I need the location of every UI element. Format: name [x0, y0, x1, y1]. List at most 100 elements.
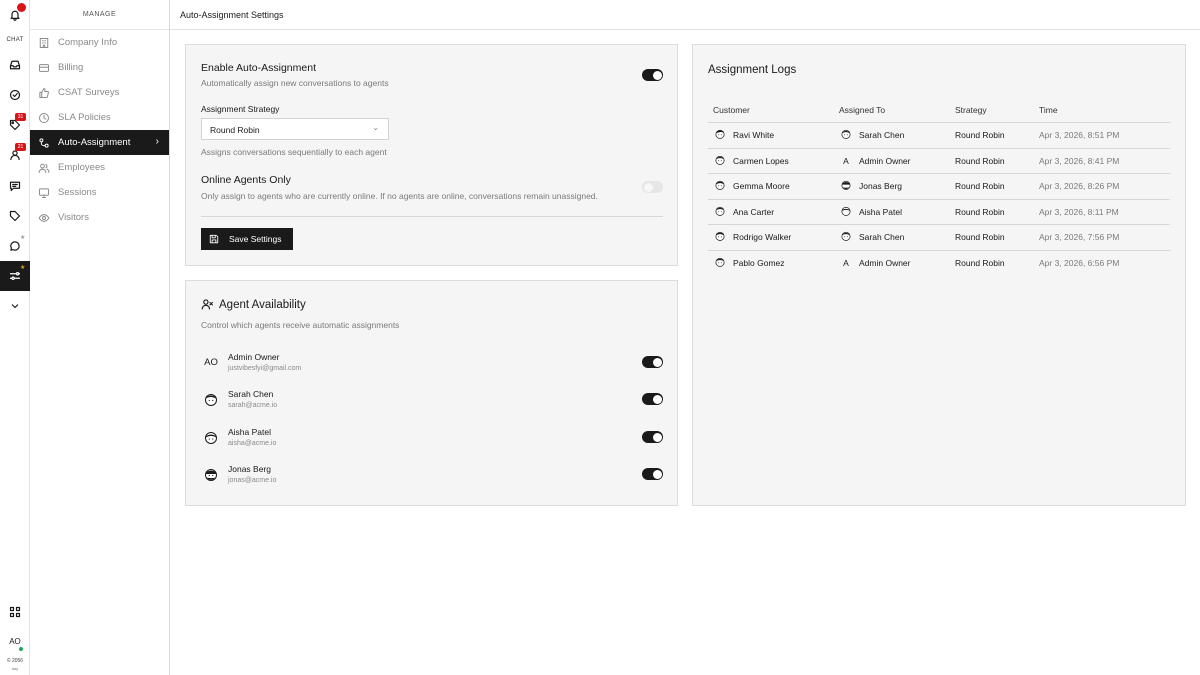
customer-avatar [715, 129, 725, 139]
assignment-strategy-help: Assigns conversations sequentially to ea… [201, 147, 387, 157]
label-icon [9, 210, 21, 222]
sidebar-item-label: SLA Policies [58, 112, 111, 123]
cell-assigned-to: Sarah Chen [859, 232, 905, 242]
sidebar-item-sessions[interactable]: Sessions [30, 180, 169, 205]
copyright-main: © 2056 [6, 658, 24, 664]
online-agents-only-title: Online Agents Only [201, 174, 291, 186]
users-icon [38, 163, 50, 173]
agent-name: Sarah Chen [228, 389, 274, 399]
cell-strategy: Round Robin [955, 257, 1005, 268]
avatar [205, 394, 217, 406]
save-settings-button[interactable]: Save Settings [201, 228, 293, 250]
agent-avatar-initial: A [843, 155, 849, 166]
sidebar-item-company-info[interactable]: Company Info [30, 30, 169, 55]
sidebar-item-label: Billing [58, 62, 84, 73]
agent-email: justvibesfyi@gmail.com [228, 365, 302, 372]
agent-availability-toggle[interactable] [642, 431, 663, 443]
eye-icon [38, 213, 50, 222]
agent-availability-toggle[interactable] [642, 393, 663, 405]
sidebar-item-employees[interactable]: Employees [30, 155, 169, 180]
agent-availability-toggle[interactable] [642, 468, 663, 480]
table-row[interactable]: Ana Carter Aisha Patel Round Robin Apr 3… [708, 198, 1170, 225]
cell-time: Apr 3, 2026, 6:56 PM [1039, 257, 1120, 268]
sidebar-item-label: Company Info [58, 37, 118, 48]
chat-bubble-button[interactable] [0, 231, 30, 261]
expand-rail-button[interactable] [0, 291, 30, 321]
online-agents-only-toggle[interactable] [642, 181, 663, 193]
sidebar-item-billing[interactable]: Billing [30, 55, 169, 80]
avatar [205, 469, 217, 481]
chat-section-label: CHAT [6, 37, 24, 43]
message-square-icon [9, 181, 21, 192]
page-title: Auto-Assignment Settings [180, 10, 284, 20]
assignment-strategy-select[interactable]: Round Robin ⌄ [201, 118, 389, 140]
building-icon [39, 37, 49, 48]
chevron-right-icon: › [155, 136, 159, 147]
sliders-icon [9, 272, 21, 280]
assignment-logs-title: Assignment Logs [708, 64, 797, 76]
manage-sidebar: MANAGE Company Info Billing CSAT Surveys… [30, 0, 170, 675]
resolved-button[interactable] [0, 80, 30, 110]
column-header-time: Time [1039, 105, 1058, 115]
table-row[interactable]: Carmen Lopes A Admin Owner Round Robin A… [708, 147, 1170, 174]
agent-name: Jonas Berg [228, 464, 271, 474]
route-icon [39, 137, 49, 148]
sidebar-item-sla-policies[interactable]: SLA Policies [30, 105, 169, 130]
chat-bubble-icon [10, 241, 20, 251]
sidebar-item-label: Employees [58, 162, 105, 173]
cell-strategy: Round Robin [955, 155, 1005, 166]
inbox-button[interactable] [0, 50, 30, 80]
cell-customer: Rodrigo Walker [733, 232, 792, 242]
credit-card-icon [39, 63, 49, 72]
auto-assignment-settings-card: Enable Auto-Assignment Automatically ass… [185, 44, 678, 266]
agent-row: AO Admin Owner justvibesfyi@gmail.com [201, 351, 663, 381]
column-header-customer: Customer [713, 105, 750, 115]
sidebar-item-label: Sessions [58, 187, 97, 198]
star-active-icon: ★ [20, 265, 26, 271]
copyright-text: © 2056 day [0, 658, 30, 672]
icon-rail: CHAT 31 21 ★ ★ AO © 2056 day [0, 0, 30, 675]
agent-row: Jonas Berg jonas@acme.io [201, 463, 663, 493]
table-row[interactable]: Ravi White Sarah Chen Round Robin Apr 3,… [708, 122, 1170, 148]
cell-time: Apr 3, 2026, 7:56 PM [1039, 232, 1120, 242]
table-row[interactable]: Gemma Moore Jonas Berg Round Robin Apr 3… [708, 173, 1170, 199]
cell-time: Apr 3, 2026, 8:51 PM [1039, 130, 1120, 140]
agent-avatar [841, 206, 851, 216]
online-status-dot [19, 647, 23, 651]
cell-time: Apr 3, 2026, 8:41 PM [1039, 155, 1120, 166]
contacts-count-badge: 21 [15, 143, 26, 151]
sidebar-item-label: CSAT Surveys [58, 87, 120, 98]
cell-strategy: Round Robin [955, 130, 1005, 140]
cell-customer: Ravi White [733, 130, 775, 140]
thumbs-up-icon [39, 87, 49, 98]
messages-button[interactable] [0, 171, 30, 201]
cell-time: Apr 3, 2026, 8:26 PM [1039, 181, 1120, 191]
cell-strategy: Round Robin [955, 181, 1005, 191]
enable-auto-assignment-toggle[interactable] [642, 69, 663, 81]
cell-assigned-to: Admin Owner [859, 257, 911, 268]
agent-avatar-initial: A [843, 257, 849, 268]
agent-availability-header: Agent Availability [201, 298, 306, 311]
cell-customer: Pablo Gomez [733, 257, 785, 268]
customer-avatar [715, 257, 725, 267]
table-row[interactable]: Rodrigo Walker Sarah Chen Round Robin Ap… [708, 224, 1170, 250]
star-icon: ★ [20, 235, 26, 241]
agent-availability-toggle[interactable] [642, 356, 663, 368]
labels-button[interactable] [0, 201, 30, 231]
table-row[interactable]: Pablo Gomez A Admin Owner Round Robin Ap… [708, 249, 1170, 276]
cell-customer: Carmen Lopes [733, 155, 789, 166]
sidebar-item-auto-assignment[interactable]: Auto-Assignment › [30, 130, 169, 155]
sidebar-item-visitors[interactable]: Visitors [30, 205, 169, 230]
settings-divider [201, 216, 663, 217]
cell-assigned-to: Admin Owner [859, 155, 911, 166]
agent-row: Aisha Patel aisha@acme.io [201, 426, 663, 456]
sidebar-item-csat-surveys[interactable]: CSAT Surveys [30, 80, 169, 105]
cell-assigned-to: Aisha Patel [859, 206, 902, 217]
settings-rail-button[interactable] [0, 261, 30, 291]
assignment-logs-card: Assignment Logs Customer Assigned To Str… [692, 44, 1186, 506]
agent-availability-subtitle: Control which agents receive automatic a… [201, 320, 400, 330]
scan-button[interactable] [0, 597, 30, 627]
cell-customer: Gemma Moore [733, 181, 790, 191]
sidebar-item-label: Auto-Assignment [58, 137, 131, 148]
agent-row: Sarah Chen sarah@acme.io [201, 388, 663, 418]
